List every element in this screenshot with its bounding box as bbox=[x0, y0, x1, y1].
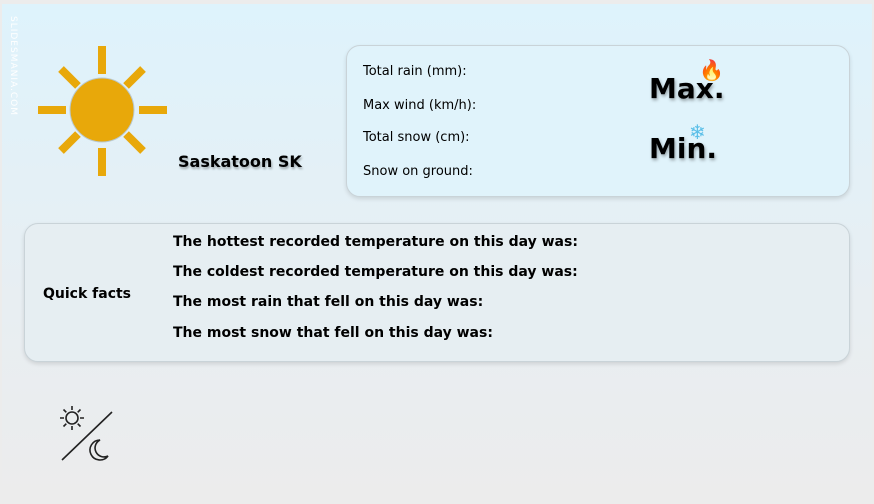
quick-facts-title: Quick facts bbox=[43, 286, 132, 302]
location-name: Saskatoon SK bbox=[178, 152, 302, 171]
fire-icon: 🔥 bbox=[699, 58, 724, 82]
day-night-toggle-icon[interactable] bbox=[54, 404, 114, 464]
stat-snow-on-ground: Snow on ground: bbox=[363, 164, 473, 179]
slide: SLIDESMANIA.COM Saskatoon SK Total rain … bbox=[2, 4, 872, 504]
stats-panel: Total rain (mm): Max wind (km/h): Total … bbox=[346, 45, 850, 197]
fact-hottest: The hottest recorded temperature on this… bbox=[173, 234, 578, 250]
stat-max-wind: Max wind (km/h): bbox=[363, 98, 477, 113]
fact-coldest: The coldest recorded temperature on this… bbox=[173, 264, 578, 280]
fact-most-snow: The most snow that fell on this day was: bbox=[173, 325, 493, 341]
stat-total-snow: Total snow (cm): bbox=[363, 130, 470, 145]
quick-facts-panel: Quick facts The hottest recorded tempera… bbox=[24, 223, 850, 362]
watermark: SLIDESMANIA.COM bbox=[8, 16, 18, 117]
fact-most-rain: The most rain that fell on this day was: bbox=[173, 294, 484, 310]
stat-total-rain: Total rain (mm): bbox=[363, 64, 467, 79]
min-label: Min. bbox=[649, 132, 718, 165]
sun-icon bbox=[38, 46, 167, 176]
snowflake-icon: ❄ bbox=[689, 120, 706, 144]
